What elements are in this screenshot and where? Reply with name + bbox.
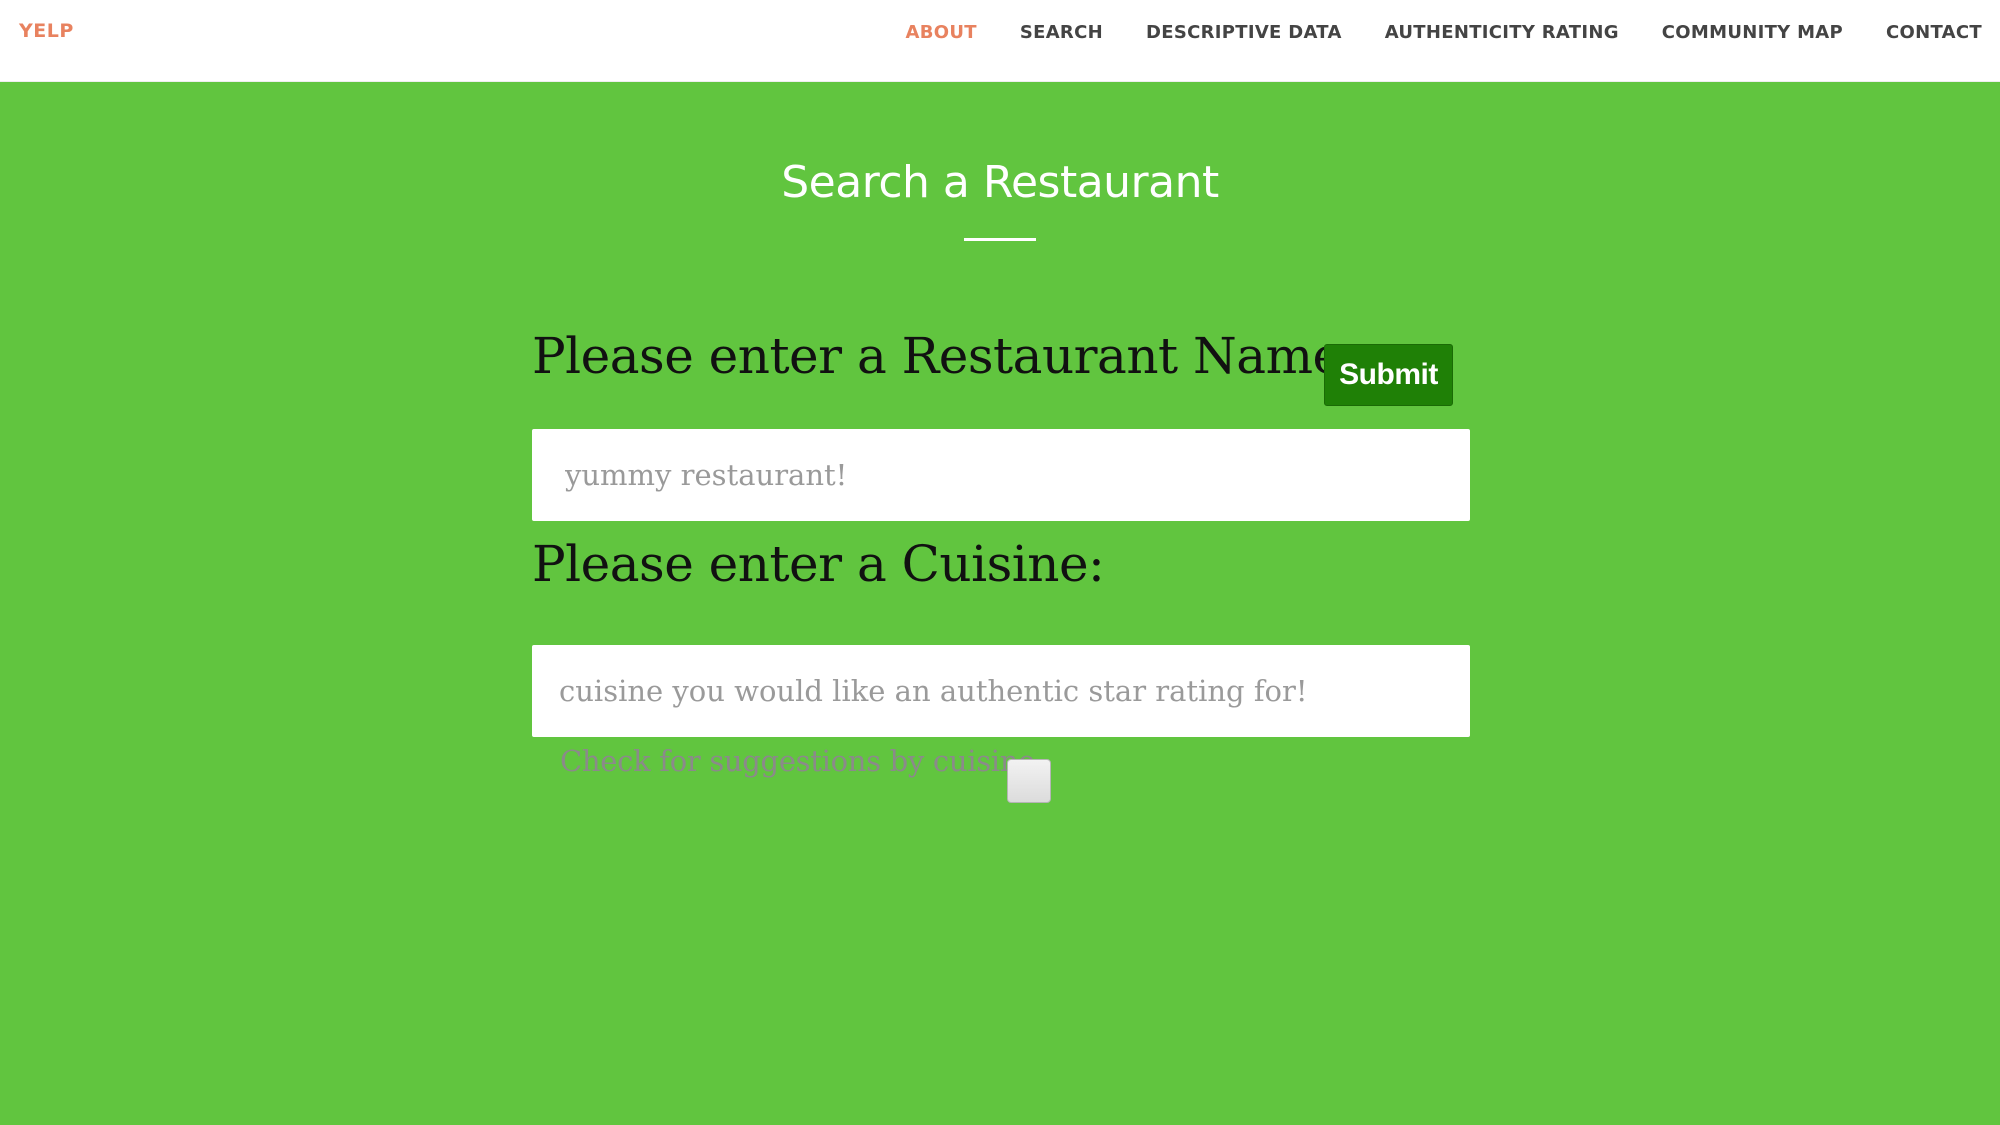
top-navbar: YELP ABOUT SEARCH DESCRIPTIVE DATA AUTHE…	[0, 0, 2000, 82]
cuisine-label: Please enter a Cuisine:	[532, 535, 1105, 593]
nav-item-community-map[interactable]: COMMUNITY MAP	[1662, 22, 1843, 43]
search-section: Search a Restaurant Please enter a Resta…	[0, 82, 2000, 1125]
title-divider	[964, 238, 1036, 241]
nav-item-authenticity-rating[interactable]: AUTHENTICITY RATING	[1385, 22, 1619, 43]
restaurant-name-label: Please enter a Restaurant Name:	[532, 327, 1358, 385]
nav-item-descriptive-data[interactable]: DESCRIPTIVE DATA	[1146, 22, 1342, 43]
section-title: Search a Restaurant	[781, 157, 1219, 208]
suggestions-checkbox[interactable]	[1007, 759, 1051, 803]
restaurant-name-input[interactable]	[532, 429, 1470, 521]
brand-logo-link[interactable]: YELP	[19, 20, 74, 42]
nav-item-search[interactable]: SEARCH	[1020, 22, 1103, 43]
main-nav: ABOUT SEARCH DESCRIPTIVE DATA AUTHENTICI…	[905, 22, 1982, 43]
cuisine-input[interactable]	[532, 645, 1470, 737]
submit-button[interactable]: Submit	[1324, 344, 1453, 406]
nav-item-about[interactable]: ABOUT	[905, 22, 976, 43]
nav-item-contact[interactable]: CONTACT	[1886, 22, 1982, 43]
suggestions-checkbox-label: Check for suggestions by cuisine	[560, 744, 1035, 778]
